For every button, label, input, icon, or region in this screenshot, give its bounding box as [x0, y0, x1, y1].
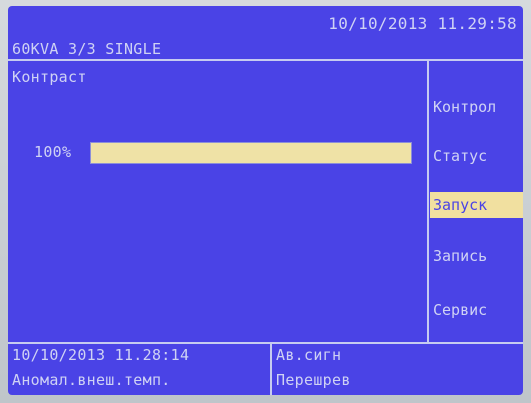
menu-item-label: Запись	[433, 247, 488, 265]
menu-item-record[interactable]: Запись	[430, 243, 523, 269]
contrast-slider-fill	[91, 143, 411, 163]
menu-item-start[interactable]: Запуск	[430, 192, 523, 218]
footer-event-message: Аномал.внеш.темп.	[12, 371, 171, 389]
page-title: Контраст	[12, 68, 87, 86]
menu-item-label: Контрол	[433, 98, 497, 116]
menu-item-service[interactable]: Сервис	[430, 297, 523, 323]
footer-vertical-divider	[270, 342, 272, 395]
header-datetime: 10/10/2013 11.29:58	[328, 14, 517, 33]
menu-item-status[interactable]: Статус	[430, 143, 523, 169]
footer-status-line1: Ав.сигн	[276, 346, 342, 364]
contrast-value: 100%	[34, 143, 72, 161]
footer-status-line2: Перешрев	[276, 371, 351, 389]
menu-item-label: Сервис	[433, 301, 488, 319]
menu-divider	[427, 59, 429, 342]
footer-divider	[8, 342, 523, 344]
footer-datetime: 10/10/2013 11.28:14	[12, 346, 190, 364]
header-divider	[8, 59, 523, 61]
menu-item-label: Статус	[433, 147, 488, 165]
menu-item-control[interactable]: Контрол	[430, 94, 523, 120]
device-bezel: 10/10/2013 11.29:58 60KVA 3/3 SINGLE Кон…	[0, 0, 531, 403]
header-model: 60KVA 3/3 SINGLE	[12, 40, 162, 58]
menu-item-label: Запуск	[433, 196, 488, 214]
contrast-slider[interactable]	[90, 142, 412, 164]
lcd-screen: 10/10/2013 11.29:58 60KVA 3/3 SINGLE Кон…	[8, 6, 523, 395]
